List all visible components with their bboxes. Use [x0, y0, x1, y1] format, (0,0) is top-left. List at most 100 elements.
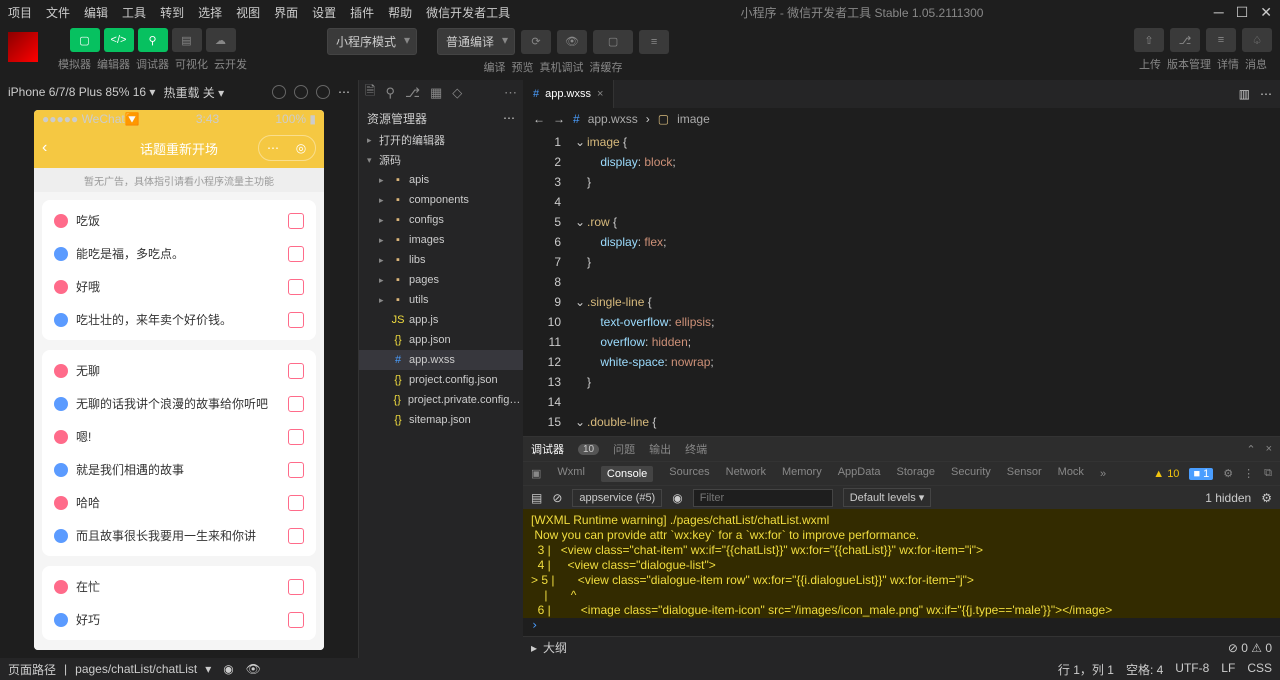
- cloud-toggle[interactable]: ☁: [206, 28, 236, 52]
- more-icon[interactable]: ⋯: [338, 85, 350, 99]
- menu-icon[interactable]: ⋯: [259, 136, 287, 160]
- git-icon[interactable]: ⎇: [405, 85, 420, 101]
- tree-components[interactable]: ▸▪components: [359, 190, 523, 210]
- error-count[interactable]: ■ 1: [1189, 468, 1213, 480]
- menu-编辑[interactable]: 编辑: [84, 4, 108, 21]
- explorer-more-icon[interactable]: ⋯: [503, 111, 515, 125]
- hidden-count[interactable]: 1 hidden: [1205, 491, 1251, 505]
- simulator-toggle[interactable]: ▢: [70, 28, 100, 52]
- context-select[interactable]: appservice (#5): [572, 489, 662, 507]
- split-icon[interactable]: ▥: [1239, 87, 1250, 101]
- language[interactable]: CSS: [1247, 661, 1272, 678]
- eye-icon[interactable]: ◉: [672, 491, 682, 505]
- menu-项目[interactable]: 项目: [8, 4, 32, 21]
- devtab-mock[interactable]: Mock: [1058, 466, 1084, 482]
- files-icon[interactable]: 🗎: [365, 82, 375, 104]
- tree-project.config.json[interactable]: {}project.config.json: [359, 370, 523, 390]
- close-capsule-icon[interactable]: ◎: [287, 136, 315, 160]
- project-logo[interactable]: [8, 32, 38, 62]
- copy-icon[interactable]: [288, 213, 304, 229]
- close-icon[interactable]: ✕: [1260, 4, 1272, 21]
- sidebar-toggle-icon[interactable]: ▤: [531, 491, 542, 505]
- maximize-icon[interactable]: ☐: [1236, 4, 1249, 21]
- tree-apis[interactable]: ▸▪apis: [359, 170, 523, 190]
- tree-images[interactable]: ▸▪images: [359, 230, 523, 250]
- devtab-sensor[interactable]: Sensor: [1007, 466, 1042, 482]
- copy-icon[interactable]: [288, 363, 304, 379]
- output-tab[interactable]: 输出: [649, 441, 671, 457]
- copy-icon[interactable]: ▾: [205, 662, 211, 676]
- back-icon[interactable]: ‹: [42, 139, 47, 157]
- tree-pages[interactable]: ▸▪pages: [359, 270, 523, 290]
- copy-icon[interactable]: [288, 429, 304, 445]
- copy-icon[interactable]: [288, 279, 304, 295]
- console-prompt[interactable]: ›: [523, 618, 1280, 636]
- filter-input[interactable]: [693, 489, 833, 507]
- editor-toggle[interactable]: </>: [104, 28, 134, 52]
- debugger-tab[interactable]: 调试器: [531, 441, 564, 457]
- warning-count[interactable]: ▲ 10: [1153, 468, 1179, 480]
- copy-icon[interactable]: [288, 528, 304, 544]
- panel-close-icon[interactable]: ×: [1266, 443, 1272, 455]
- inspect-icon[interactable]: ▣: [531, 467, 541, 480]
- copy-icon[interactable]: [288, 246, 304, 262]
- ext-icon[interactable]: ▦: [430, 85, 442, 101]
- menu-选择[interactable]: 选择: [198, 4, 222, 21]
- menu-工具[interactable]: 工具: [122, 4, 146, 21]
- more-icon[interactable]: ⋯: [504, 85, 517, 101]
- refresh-icon[interactable]: [272, 85, 286, 99]
- addon-icon[interactable]: ◇: [452, 85, 462, 101]
- devtab-memory[interactable]: Memory: [782, 466, 822, 482]
- nav-fwd-icon[interactable]: →: [553, 112, 565, 126]
- editor-tab[interactable]: # app.wxss ×: [523, 80, 614, 108]
- collapse-icon[interactable]: ⌃: [1246, 443, 1255, 456]
- tree-app.json[interactable]: {}app.json: [359, 330, 523, 350]
- record-icon[interactable]: ◉: [223, 662, 233, 676]
- tree-project.private.config.js...[interactable]: {}project.private.config.js...: [359, 390, 523, 410]
- eol[interactable]: LF: [1221, 661, 1235, 678]
- levels-select[interactable]: Default levels ▾: [843, 488, 932, 507]
- copy-icon[interactable]: [288, 312, 304, 328]
- visual-toggle[interactable]: ▤: [172, 28, 202, 52]
- terminal-tab[interactable]: 终端: [685, 441, 707, 457]
- devtab-security[interactable]: Security: [951, 466, 991, 482]
- cursor-pos[interactable]: 行 1，列 1: [1058, 661, 1114, 678]
- devtab-storage[interactable]: Storage: [897, 466, 936, 482]
- code-editor[interactable]: 1234567891011121314151617 ⌄⌄⌄⌄ image { d…: [523, 130, 1280, 436]
- devtab-network[interactable]: Network: [726, 466, 766, 482]
- clear-icon[interactable]: ⊘: [552, 491, 562, 505]
- encoding[interactable]: UTF-8: [1175, 661, 1209, 678]
- minimize-icon[interactable]: ─: [1214, 4, 1224, 21]
- copy-icon[interactable]: [288, 396, 304, 412]
- menu-微信开发者工具[interactable]: 微信开发者工具: [426, 4, 510, 21]
- devtab-sources[interactable]: Sources: [669, 466, 709, 482]
- upload-button[interactable]: ⇧: [1134, 28, 1164, 52]
- menu-转到[interactable]: 转到: [160, 4, 184, 21]
- source-section[interactable]: ▾源码: [359, 150, 523, 170]
- version-button[interactable]: ⎇: [1170, 28, 1200, 52]
- problems-tab[interactable]: 问题: [613, 441, 635, 457]
- devtab-appdata[interactable]: AppData: [838, 466, 881, 482]
- copy-icon[interactable]: [288, 579, 304, 595]
- spaces[interactable]: 空格: 4: [1126, 661, 1163, 678]
- remote-debug-button[interactable]: ▢: [593, 30, 633, 54]
- mode-select[interactable]: 小程序模式: [327, 28, 417, 55]
- popout-icon[interactable]: ⧉: [1264, 467, 1272, 480]
- dock-icon[interactable]: ⋮: [1243, 467, 1254, 480]
- copy-icon[interactable]: [288, 612, 304, 628]
- devtab-console[interactable]: Console: [601, 466, 653, 482]
- search-icon[interactable]: ⚲: [385, 85, 395, 101]
- tree-libs[interactable]: ▸▪libs: [359, 250, 523, 270]
- devtabs-more-icon[interactable]: »: [1100, 468, 1106, 480]
- menu-设置[interactable]: 设置: [312, 4, 336, 21]
- notification-button[interactable]: ♤: [1242, 28, 1272, 52]
- settings-icon[interactable]: ⚙: [1223, 467, 1233, 480]
- open-editors-section[interactable]: ▸打开的编辑器: [359, 130, 523, 150]
- capsule[interactable]: ⋯◎: [258, 135, 316, 161]
- menu-文件[interactable]: 文件: [46, 4, 70, 21]
- record-icon[interactable]: [294, 85, 308, 99]
- nav-back-icon[interactable]: ←: [533, 112, 545, 126]
- details-button[interactable]: ≡: [1206, 28, 1236, 52]
- menu-界面[interactable]: 界面: [274, 4, 298, 21]
- compile-button[interactable]: ⟳: [521, 30, 551, 54]
